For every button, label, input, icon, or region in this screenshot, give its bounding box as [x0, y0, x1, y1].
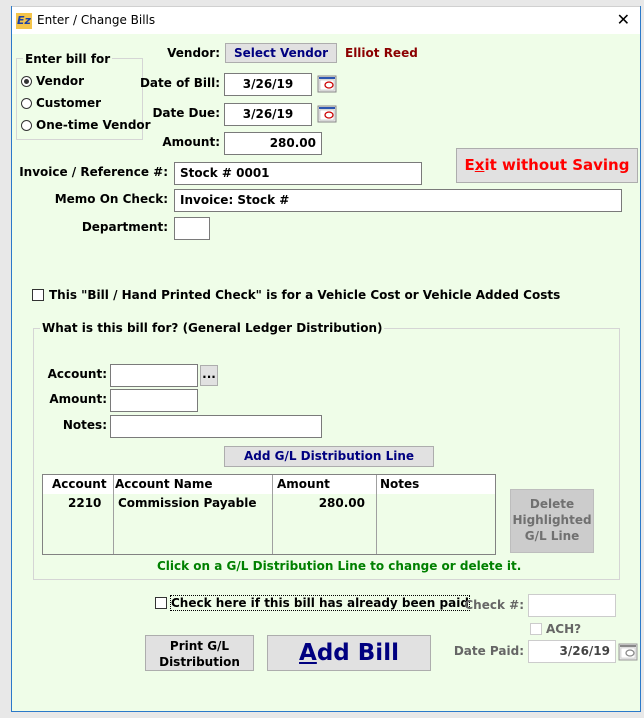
radio-customer[interactable]: Customer: [21, 96, 101, 110]
grid-header-account-name[interactable]: Account Name: [115, 477, 213, 491]
grid-header-amount[interactable]: Amount: [277, 477, 330, 491]
date-due-label: Date Due:: [152, 106, 220, 120]
vendor-name: Elliot Reed: [345, 46, 418, 60]
print-button-line-1: Print G/L: [169, 639, 230, 653]
gl-account-field[interactable]: [110, 364, 198, 387]
delete-gl-line-label: Delete Highlighted G/L Line: [512, 497, 592, 543]
date-paid-field[interactable]: 3/26/19: [528, 640, 616, 663]
date-due-field[interactable]: 3/26/19: [224, 103, 312, 126]
gl-hint-text: Click on a G/L Distribution Line to chan…: [157, 559, 522, 573]
memo-label: Memo On Check:: [54, 192, 168, 206]
add-bill-button[interactable]: Add Bill: [267, 635, 431, 671]
add-bill-text-2: dd Bill: [316, 640, 399, 666]
radio-one-time-vendor-indicator[interactable]: [21, 119, 32, 131]
grid-col-divider: [113, 475, 114, 554]
enter-bill-for-legend: Enter bill for: [23, 52, 113, 66]
exit-button-text-1: E: [464, 156, 475, 174]
exit-button-text-2: x: [474, 156, 485, 174]
add-bill-text-1: A: [299, 640, 317, 666]
radio-vendor-label: Vendor: [36, 74, 85, 88]
table-row-account[interactable]: 2210: [68, 496, 101, 510]
vehicle-cost-checkbox[interactable]: [32, 289, 44, 301]
gl-account-label: Account:: [47, 367, 107, 381]
check-number-field[interactable]: [528, 594, 616, 617]
table-row-account-name[interactable]: Commission Payable: [118, 496, 257, 510]
ach-checkbox[interactable]: [530, 623, 542, 635]
ach-checkbox-row[interactable]: ACH?: [530, 622, 581, 636]
exit-button-text-3: it without Saving: [484, 156, 630, 174]
date-of-bill-label: Date of Bill:: [139, 76, 220, 90]
already-paid-label: Check here if this bill has already been…: [170, 595, 470, 611]
gl-account-browse-button[interactable]: ...: [200, 365, 218, 386]
grid-header: [43, 475, 495, 494]
memo-field[interactable]: Invoice: Stock #: [174, 189, 622, 212]
table-row-amount[interactable]: 280.00: [319, 496, 365, 510]
invoice-field[interactable]: Stock # 0001: [174, 162, 422, 185]
invoice-label: Invoice / Reference #:: [19, 165, 168, 179]
radio-one-time-vendor-label: One-time Vendor: [36, 118, 151, 132]
ach-label: ACH?: [546, 622, 582, 636]
already-paid-checkbox[interactable]: [155, 597, 167, 609]
gl-notes-field[interactable]: [110, 415, 322, 438]
already-paid-checkbox-row[interactable]: Check here if this bill has already been…: [155, 595, 470, 611]
date-of-bill-field[interactable]: 3/26/19: [224, 73, 312, 96]
calendar-icon[interactable]: [317, 105, 337, 123]
date-paid-label: Date Paid:: [453, 644, 524, 658]
app-logo-icon: Ez: [16, 13, 32, 29]
department-field[interactable]: [174, 217, 210, 240]
title-bar: Ez Enter / Change Bills ✕: [12, 6, 640, 34]
grid-col-divider: [272, 475, 273, 554]
radio-vendor[interactable]: Vendor: [21, 74, 84, 88]
exit-without-saving-button[interactable]: Exit without Saving: [456, 148, 638, 183]
print-gl-distribution-button[interactable]: Print G/L Distribution: [145, 635, 254, 671]
select-vendor-button[interactable]: Select Vendor: [225, 43, 337, 63]
enter-change-bills-window: Ez Enter / Change Bills ✕ Enter bill for…: [11, 6, 641, 712]
vendor-label: Vendor:: [167, 46, 220, 60]
grid-col-divider: [376, 475, 377, 554]
department-label: Department:: [81, 220, 168, 234]
delete-gl-line-button[interactable]: Delete Highlighted G/L Line: [510, 489, 594, 553]
amount-field[interactable]: 280.00: [224, 132, 322, 155]
calendar-icon[interactable]: [317, 75, 337, 93]
radio-vendor-indicator[interactable]: [21, 75, 32, 87]
grid-header-account[interactable]: Account: [52, 477, 107, 491]
gl-distribution-grid[interactable]: Account Account Name Amount Notes 2210 C…: [42, 474, 496, 555]
vehicle-cost-label: This "Bill / Hand Printed Check" is for …: [49, 288, 561, 302]
gl-amount-field[interactable]: [110, 389, 198, 412]
calendar-icon[interactable]: [618, 643, 638, 661]
vehicle-cost-checkbox-row[interactable]: This "Bill / Hand Printed Check" is for …: [32, 288, 560, 302]
check-number-label: Check #:: [464, 598, 524, 612]
add-gl-line-button[interactable]: Add G/L Distribution Line: [224, 446, 434, 467]
gl-amount-label: Amount:: [49, 392, 107, 406]
gl-notes-label: Notes:: [62, 418, 107, 432]
radio-one-time-vendor[interactable]: One-time Vendor: [21, 118, 151, 132]
radio-customer-label: Customer: [36, 96, 102, 110]
grid-header-notes[interactable]: Notes: [380, 477, 419, 491]
window-title: Enter / Change Bills: [37, 13, 156, 27]
radio-customer-indicator[interactable]: [21, 97, 32, 109]
gl-distribution-legend: What is this bill for? (General Ledger D…: [40, 321, 385, 335]
print-button-line-2: Distribution: [159, 655, 240, 669]
amount-label: Amount:: [162, 135, 220, 149]
close-icon[interactable]: ✕: [617, 10, 630, 29]
